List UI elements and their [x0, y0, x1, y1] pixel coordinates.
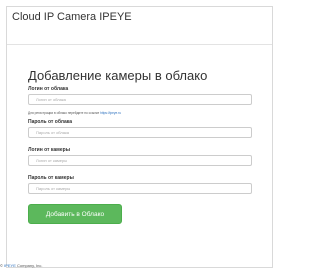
company-link[interactable]: IPEYE: [4, 263, 16, 268]
page-title: Добавление камеры в облако: [28, 68, 208, 83]
cloud-password-input[interactable]: [28, 127, 252, 138]
copyright-symbol: ©: [0, 263, 3, 268]
navbar: Cloud IP Camera IPEYE: [7, 7, 272, 45]
company-suffix: Company, Inc.: [17, 263, 43, 268]
registration-hint: Для регистрации в облако перейдите по сс…: [28, 111, 121, 115]
cloud-login-label: Логин от облака: [28, 86, 69, 92]
camera-password-input[interactable]: [28, 183, 252, 194]
footer: © IPEYE Company, Inc.: [0, 263, 43, 268]
add-to-cloud-button[interactable]: Добавить в Облако: [28, 204, 122, 224]
cloud-password-label: Пароль от облака: [28, 119, 73, 125]
camera-login-label: Логин от камеры: [28, 147, 70, 153]
cloud-login-input[interactable]: [28, 94, 252, 105]
camera-login-input[interactable]: [28, 155, 252, 166]
registration-link[interactable]: https://ipeye.ru: [100, 111, 121, 115]
registration-hint-text: Для регистрации в облако перейдите по сс…: [28, 111, 100, 115]
brand-link[interactable]: Cloud IP Camera IPEYE: [12, 11, 132, 23]
camera-password-label: Пароль от камеры: [28, 175, 74, 181]
